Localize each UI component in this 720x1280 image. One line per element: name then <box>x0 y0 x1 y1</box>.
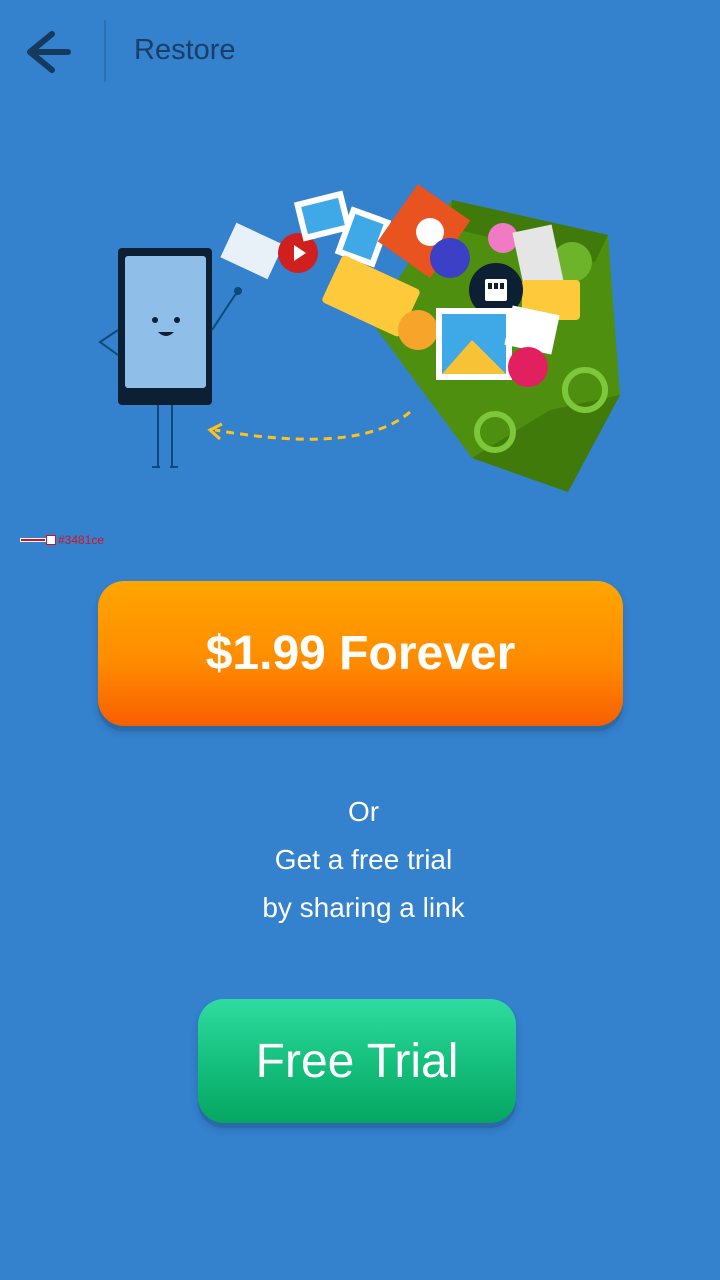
back-arrow-icon <box>27 31 71 73</box>
app-header: Restore <box>0 0 720 104</box>
restore-illustration <box>98 183 620 492</box>
header-divider <box>104 20 106 82</box>
phone-character <box>98 248 242 468</box>
free-trial-button[interactable]: Free Trial <box>198 999 516 1123</box>
back-button[interactable] <box>18 24 78 80</box>
free-trial-text: Get a free trial <box>274 844 453 875</box>
debug-swatch <box>46 535 56 545</box>
buy-forever-button[interactable]: $1.99 Forever <box>98 581 623 726</box>
or-text: Or <box>347 796 380 827</box>
page-title: Restore <box>134 34 236 66</box>
debug-color-text: #3481ce <box>58 533 105 547</box>
color-debug-label: #3481ce <box>20 533 104 547</box>
share-link-text: by sharing a link <box>262 892 465 923</box>
return-arrow <box>207 410 411 441</box>
debug-line <box>20 538 46 542</box>
